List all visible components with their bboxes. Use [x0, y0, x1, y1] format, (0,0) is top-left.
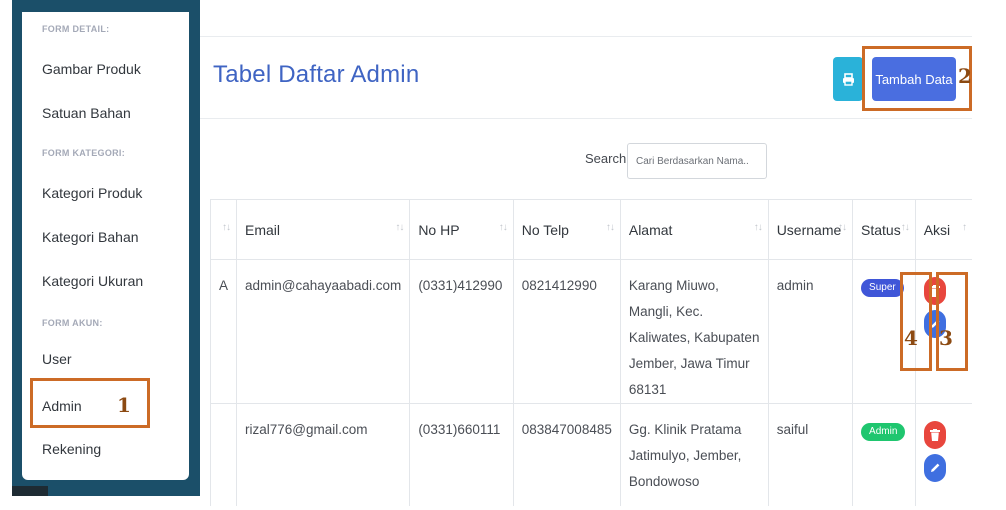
search-input[interactable] [627, 143, 767, 179]
left-margin [0, 0, 12, 496]
sidebar-item-user[interactable]: User [42, 351, 72, 367]
annotation-number-3: 3 [939, 326, 953, 350]
sidebar-heading-form-akun: FORM AKUN: [42, 318, 103, 328]
status-badge: Super [861, 279, 904, 297]
sort-icon: ↑↓ [900, 222, 910, 233]
annotation-box-4 [900, 272, 932, 371]
cell-email: rizal776@gmail.com [236, 403, 410, 506]
trash-icon [929, 429, 940, 441]
cell-no-telp: 0821412990 [512, 259, 621, 404]
cell-col0: A [209, 259, 237, 404]
table-row: rizal776@gmail.com (0331)660111 08384700… [209, 403, 972, 506]
pencil-icon [930, 463, 940, 472]
search-label: Search: [585, 151, 630, 166]
column-header-no-telp[interactable]: No Telp ↑↓ [512, 199, 621, 260]
sidebar-heading-form-detail: FORM DETAIL: [42, 24, 110, 34]
cell-username: admin [767, 259, 853, 404]
annotation-number-1: 1 [117, 393, 131, 417]
cell-alamat: Karang Miuwo, Mangli, Kec. Kaliwates, Ka… [619, 259, 769, 404]
card-header: Tabel Daftar Admin Tambah Data [200, 37, 972, 119]
column-header-status[interactable]: Status ↑↓ [852, 199, 916, 260]
edit-button[interactable] [923, 454, 946, 482]
annotation-number-2: 2 [958, 64, 972, 88]
cell-col0 [209, 403, 237, 506]
cell-no-hp: (0331)412990 [409, 259, 514, 404]
column-header-no-hp[interactable]: No HP ↑↓ [409, 199, 514, 260]
sidebar-bottom-bar [12, 486, 48, 496]
status-badge: Admin [861, 423, 906, 441]
cell-username: saiful [767, 403, 853, 506]
sidebar-item-kategori-bahan[interactable]: Kategori Bahan [42, 229, 139, 245]
admin-table: ↑↓ Email ↑↓ No HP ↑↓ No Telp ↑↓ Alamat ↑↓ Us… [209, 199, 972, 506]
admin-table-card: Tabel Daftar Admin Tambah Data Search: ↑… [200, 36, 972, 510]
table-header-row: ↑↓ Email ↑↓ No HP ↑↓ No Telp ↑↓ Alamat ↑↓ Us… [209, 199, 972, 260]
cell-alamat: Gg. Klinik Pratama Jatimulyo, Jember, Bo… [619, 403, 769, 506]
sidebar-item-gambar-produk[interactable]: Gambar Produk [42, 61, 141, 77]
column-header-username[interactable]: Username ↑↓ [767, 199, 853, 260]
sort-icon: ↑↓ [498, 222, 508, 233]
cell-no-telp: 083847008485 [512, 403, 621, 506]
sort-icon: ↑ [962, 222, 967, 233]
page-title: Tabel Daftar Admin [213, 61, 420, 88]
column-header-aksi[interactable]: Aksi ↑ [914, 199, 972, 260]
sort-icon: ↑↓ [838, 222, 847, 233]
cell-email: admin@cahayaabadi.com [236, 259, 410, 404]
annotation-box-2 [862, 46, 972, 111]
sort-icon: ↑↓ [395, 222, 404, 233]
print-button[interactable] [833, 57, 863, 101]
sidebar-heading-form-kategori: FORM KATEGORI: [42, 148, 126, 158]
printer-icon [842, 72, 854, 86]
cell-no-hp: (0331)660111 [409, 403, 514, 506]
table-row: A admin@cahayaabadi.com (0331)412990 082… [209, 259, 972, 404]
sidebar-item-satuan-bahan[interactable]: Satuan Bahan [42, 105, 131, 121]
sort-icon: ↑↓ [753, 222, 763, 233]
column-header-email[interactable]: Email ↑↓ [236, 199, 410, 260]
sort-icon: ↑↓ [605, 222, 615, 233]
sidebar-item-kategori-produk[interactable]: Kategori Produk [42, 185, 142, 201]
annotation-number-4: 4 [904, 326, 918, 350]
cell-status: Admin [852, 403, 916, 506]
sidebar-item-kategori-ukuran[interactable]: Kategori Ukuran [42, 273, 143, 289]
delete-button[interactable] [923, 421, 946, 449]
sidebar-item-rekening[interactable]: Rekening [42, 441, 101, 457]
column-header-alamat[interactable]: Alamat ↑↓ [619, 199, 769, 260]
annotation-box-3 [936, 272, 968, 371]
annotation-box-1 [30, 378, 150, 428]
sort-icon: ↑↓ [222, 222, 231, 233]
column-header-col0[interactable]: ↑↓ [209, 199, 237, 260]
cell-aksi [914, 403, 972, 506]
